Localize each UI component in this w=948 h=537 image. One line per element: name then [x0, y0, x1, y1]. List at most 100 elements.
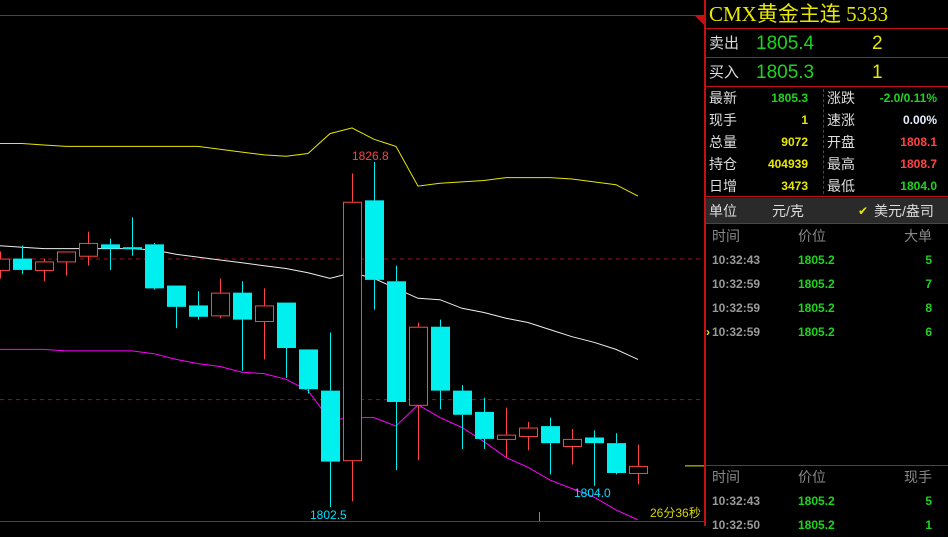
column-header: 价位 — [798, 228, 826, 244]
candle-body — [519, 427, 538, 438]
candle-up — [79, 231, 98, 266]
candle-down — [189, 291, 208, 320]
candle-body — [145, 244, 164, 289]
candle-down — [541, 417, 560, 475]
stat-label: 总量 — [709, 134, 737, 150]
stat-3-left: 持仓 404939 — [709, 153, 808, 175]
cell: 10:32:43 — [712, 253, 761, 267]
column-header: 时间 — [712, 469, 740, 485]
candle-up — [57, 251, 76, 276]
candle-up — [519, 421, 538, 451]
candle-body — [189, 305, 208, 317]
low-label: 1802.5 — [310, 508, 347, 522]
stat-value: 1808.7 — [900, 157, 937, 171]
stat-2-left: 总量 9072 — [709, 131, 808, 153]
candle-up — [497, 407, 516, 458]
list-item[interactable]: 10:32:59 1805.2 7 — [706, 272, 948, 296]
candle-body — [277, 302, 296, 349]
cell: 1805.2 — [798, 301, 835, 315]
column-header: 现手 — [904, 469, 932, 485]
candle-body — [607, 443, 626, 473]
candlestick-chart[interactable]: 1826.8 1802.5 1804.0 26分36秒 — [0, 0, 704, 526]
countdown-label: 26分36秒 — [650, 506, 701, 520]
candle-body — [475, 411, 494, 439]
candle-body — [541, 426, 560, 444]
cell: 5 — [925, 253, 932, 267]
candle-body — [57, 251, 76, 263]
candle-body — [453, 390, 472, 415]
candle-down — [387, 265, 406, 471]
sell-label: 卖出 — [709, 35, 740, 52]
list-item[interactable]: › 10:32:59 1805.2 6 — [706, 320, 948, 344]
stats-divider — [823, 89, 824, 194]
cell: 1805.2 — [798, 277, 835, 291]
stat-0-right: 涨跌 -2.0/0.11% — [827, 87, 937, 109]
candle-down — [101, 238, 120, 270]
candle-body — [233, 292, 252, 320]
candle-down — [607, 433, 626, 475]
candle-body — [563, 438, 582, 447]
stat-1-left: 现手 1 — [709, 109, 808, 131]
candle-down — [277, 302, 296, 378]
candle-up — [409, 322, 428, 461]
big-order-list[interactable]: 时间 价位 大单 10:32:43 1805.2 5 10:32:59 1805.2 7 10:3… — [706, 225, 948, 465]
stat-value: 1804.0 — [900, 179, 937, 193]
list-item[interactable]: 10:32:50 1805.2 1 — [706, 513, 948, 537]
tick-list[interactable]: 时间 价位 现手 10:32:43 1805.2 5 10:32:50 1805.2 1 — [706, 465, 948, 532]
sell-row: 卖出 1805.4 2 — [706, 29, 948, 58]
buy-row: 买入 1805.3 1 — [706, 58, 948, 87]
candle-up — [255, 288, 274, 360]
unit-option-usd-oz[interactable]: 美元/盎司 — [874, 198, 934, 224]
stat-label: 速涨 — [827, 112, 855, 128]
stat-value: 404939 — [767, 157, 808, 171]
candle-down — [145, 242, 164, 290]
buy-label: 买入 — [709, 64, 740, 81]
candle-up — [343, 173, 362, 502]
cell: 1805.2 — [798, 253, 835, 267]
stat-value: 3473 — [781, 179, 808, 193]
stat-value: 0.00% — [902, 113, 937, 127]
stat-label: 涨跌 — [827, 90, 855, 106]
upper-band-line — [0, 127, 639, 197]
list-item[interactable]: 10:32:59 1805.2 8 — [706, 296, 948, 320]
candle-body — [167, 285, 186, 307]
check-icon: ✔ — [858, 204, 869, 218]
stat-label: 持仓 — [709, 156, 737, 172]
unit-option-cny-gram[interactable]: 元/克 — [772, 198, 804, 224]
stat-value: 1808.1 — [900, 135, 937, 149]
stat-label: 最新 — [709, 90, 737, 106]
buy-volume: 1 — [872, 62, 883, 83]
high-label: 1826.8 — [352, 149, 389, 163]
stat-label: 最低 — [827, 178, 855, 194]
candle-body — [299, 349, 318, 390]
candle-up — [0, 251, 10, 279]
candle-body — [79, 242, 98, 257]
column-header: 时间 — [712, 228, 740, 244]
cell: 8 — [925, 301, 932, 315]
candle-down — [475, 397, 494, 449]
list-item[interactable]: 10:32:43 1805.2 5 — [706, 489, 948, 513]
low2-label: 1804.0 — [574, 486, 611, 500]
stat-4-left: 日增 3473 — [709, 175, 808, 197]
list-item[interactable]: 10:32:43 1805.2 5 — [706, 248, 948, 272]
current-row-arrow-icon: › — [706, 325, 710, 339]
column-header: 价位 — [798, 469, 826, 485]
stat-2-right: 开盘 1808.1 — [827, 131, 937, 153]
stat-label: 现手 — [709, 112, 737, 128]
sell-volume: 2 — [872, 33, 883, 54]
candle-body — [13, 258, 32, 270]
middle-band-line — [0, 245, 639, 360]
candle-down — [13, 245, 32, 275]
candle-body — [321, 390, 340, 462]
cell: 7 — [925, 277, 932, 291]
cell: 1 — [925, 518, 932, 532]
unit-row: 单位 元/克 ✔ 美元/盎司 — [706, 198, 948, 224]
candle-body — [343, 201, 362, 462]
instrument-title: CMX黄金主连 5333 — [706, 0, 948, 29]
unit-label: 单位 — [709, 203, 737, 219]
candle-body — [387, 281, 406, 402]
cell: 10:32:59 — [712, 325, 761, 339]
cell: 5 — [925, 494, 932, 508]
candle-body — [0, 258, 10, 271]
cell: 1805.2 — [798, 518, 835, 532]
